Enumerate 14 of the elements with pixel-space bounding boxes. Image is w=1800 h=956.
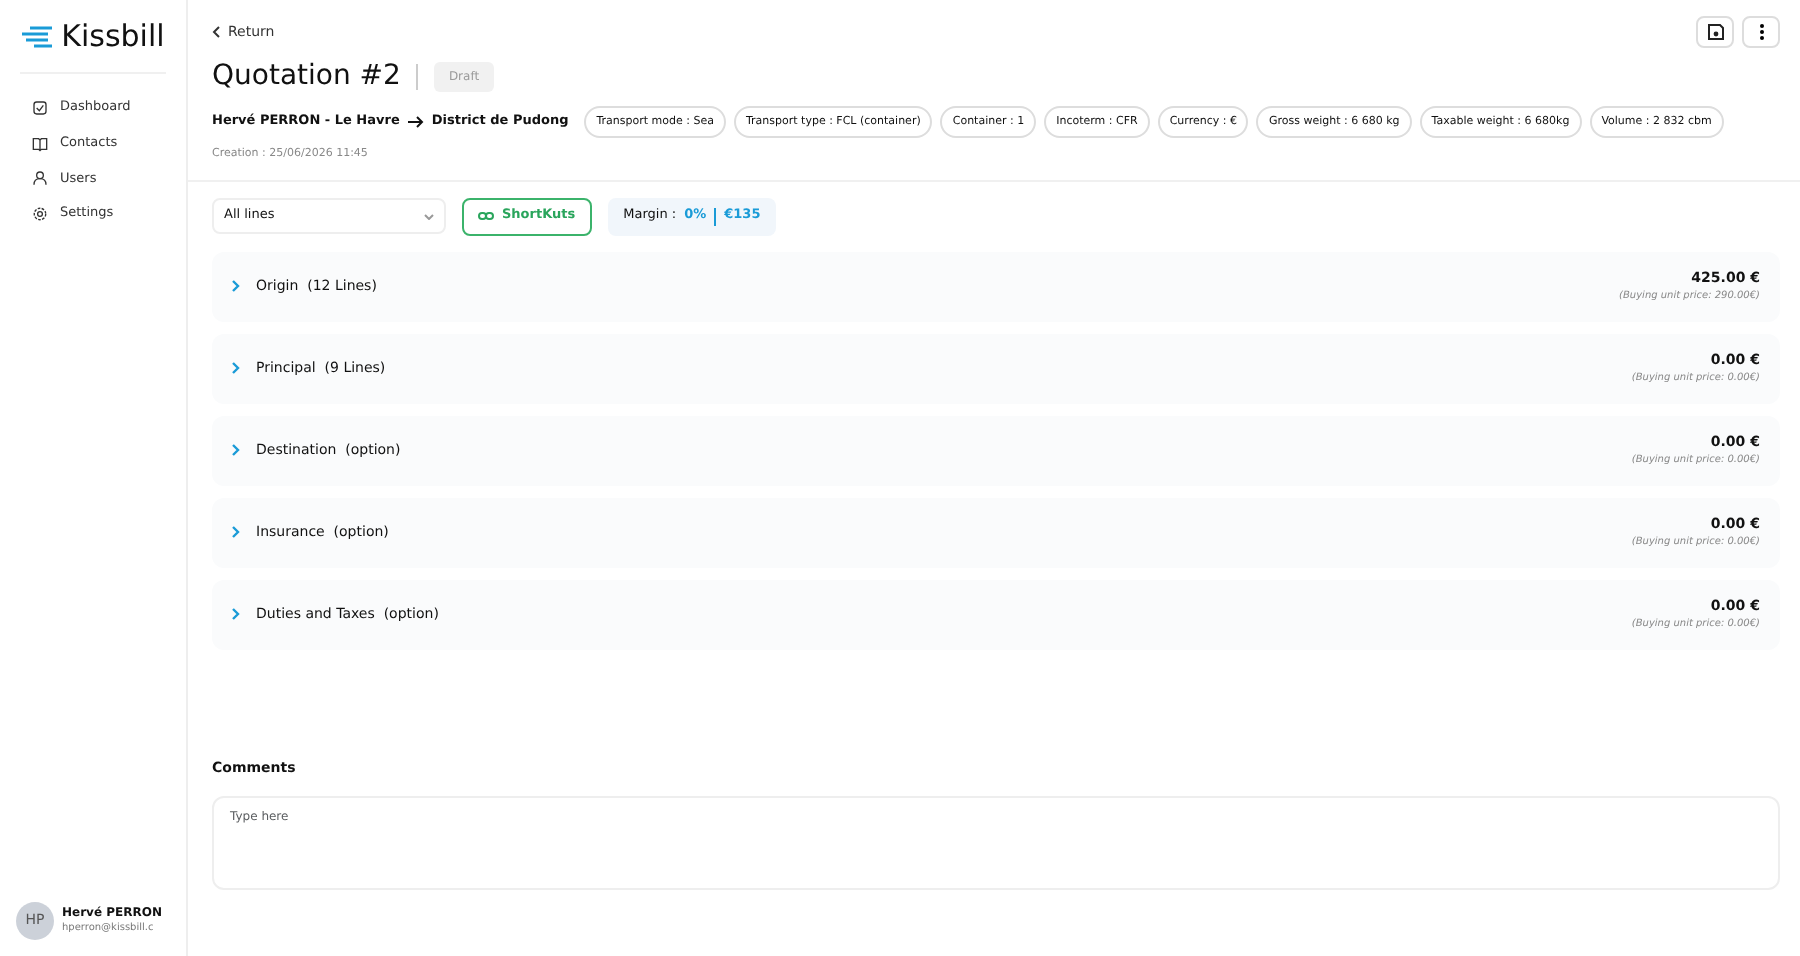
more-button[interactable] xyxy=(1742,16,1780,48)
link-icon xyxy=(478,212,494,220)
caret-icon xyxy=(424,213,434,219)
book-icon xyxy=(32,135,48,152)
checkbox-icon xyxy=(32,99,48,116)
arrow-right-icon xyxy=(407,116,424,129)
save-button[interactable] xyxy=(1696,16,1734,48)
chevron-left-icon xyxy=(212,26,220,38)
logo-icon xyxy=(21,25,54,47)
floppy-icon xyxy=(1707,24,1723,40)
logo-text: Kissbill xyxy=(61,15,165,58)
user-icon xyxy=(32,170,48,187)
page-title: Quotation #2 xyxy=(212,58,401,96)
settings-icon xyxy=(32,206,48,223)
